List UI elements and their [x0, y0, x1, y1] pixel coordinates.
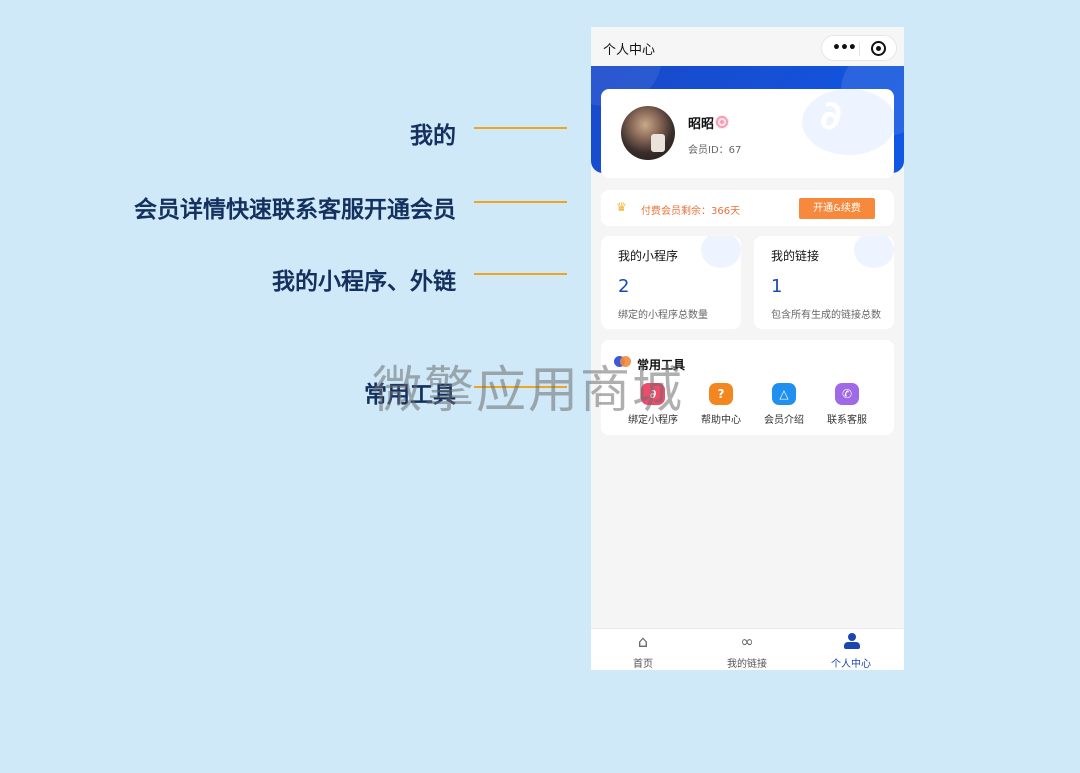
capsule-divider [859, 42, 860, 56]
profile-card[interactable]: ∂ 昭昭 会员ID：67 [601, 89, 894, 178]
card-decoration-icon [854, 236, 894, 268]
nickname: 昭昭 [688, 117, 715, 132]
navbar: 个人中心 ••• [591, 27, 904, 67]
stat-value: 2 [618, 276, 630, 297]
card-decoration-icon [701, 236, 741, 268]
stat-value: 1 [771, 276, 783, 297]
stat-desc: 绑定的小程序总数量 [618, 310, 708, 321]
annotation-line [474, 201, 567, 203]
close-target-icon[interactable] [871, 41, 886, 56]
member-id: 会员ID：67 [688, 145, 742, 156]
my-miniapps-card[interactable]: 我的小程序 2 绑定的小程序总数量 [601, 236, 741, 329]
tool-member-intro[interactable]: △ 会员介绍 [750, 383, 818, 429]
watermark: 微擎应用商城 [372, 361, 684, 419]
vip-remaining: 付费会员剩余：366天 [641, 206, 741, 217]
lollipop-icon [715, 115, 729, 129]
tab-my-links[interactable]: ∞ 我的链接 [695, 629, 799, 671]
miniapp-logo-icon: ∂ [802, 89, 894, 155]
tool-label: 会员介绍 [764, 415, 804, 426]
stat-title: 我的小程序 [618, 249, 679, 263]
tool-label: 帮助中心 [701, 415, 741, 426]
help-icon: ? [709, 383, 733, 405]
annotation-member: 会员详情快速联系客服开通会员 [134, 197, 456, 223]
triangle-icon: △ [772, 383, 796, 405]
tool-help-center[interactable]: ? 帮助中心 [687, 383, 755, 429]
renew-vip-button[interactable]: 开通&续费 [799, 198, 875, 219]
home-icon: ⌂ [637, 632, 649, 651]
tab-home[interactable]: ⌂ 首页 [591, 629, 695, 671]
tool-label: 联系客服 [827, 415, 867, 426]
phone-screen: 个人中心 ••• ∂ 昭昭 会员ID：67 ♛ 付费会员剩余：366天 开通&续… [591, 27, 904, 670]
capsule-menu[interactable]: ••• [821, 35, 897, 61]
link-icon: ∞ [740, 632, 754, 651]
annotation-mine: 我的 [410, 123, 456, 149]
tab-label: 我的链接 [727, 659, 767, 670]
tab-profile[interactable]: 个人中心 [799, 629, 903, 670]
stat-title: 我的链接 [771, 249, 820, 263]
annotation-line [474, 273, 567, 275]
stat-desc: 包含所有生成的链接总数 [771, 310, 881, 321]
tab-label: 首页 [633, 659, 653, 670]
vip-status-bar: ♛ 付费会员剩余：366天 开通&续费 [601, 190, 894, 226]
more-icon[interactable]: ••• [832, 40, 857, 56]
tab-bar: ⌂ 首页 ∞ 我的链接 个人中心 [591, 628, 904, 670]
phone-icon: ✆ [835, 383, 859, 405]
person-icon [844, 633, 860, 649]
my-links-card[interactable]: 我的链接 1 包含所有生成的链接总数 [754, 236, 894, 329]
page-title: 个人中心 [603, 43, 656, 58]
tab-label: 个人中心 [831, 659, 871, 670]
avatar[interactable] [621, 106, 675, 160]
crown-icon: ♛ [616, 200, 627, 214]
annotation-line [474, 127, 567, 129]
annotation-miniapp: 我的小程序、外链 [272, 269, 456, 295]
tool-contact-service[interactable]: ✆ 联系客服 [813, 383, 881, 429]
